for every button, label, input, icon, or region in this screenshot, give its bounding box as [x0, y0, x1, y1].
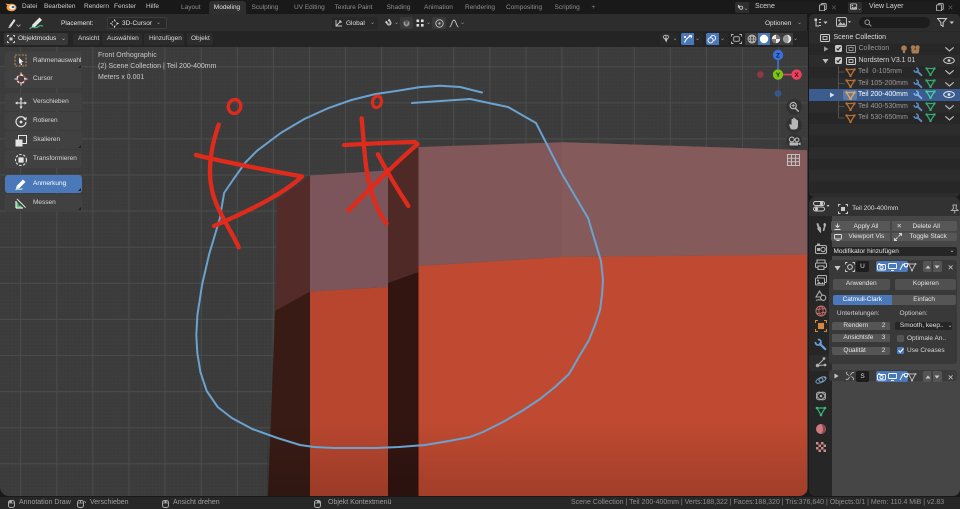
svg-text:Z: Z [776, 52, 780, 59]
svg-text:X: X [794, 72, 799, 79]
svg-text:Y: Y [776, 72, 781, 79]
